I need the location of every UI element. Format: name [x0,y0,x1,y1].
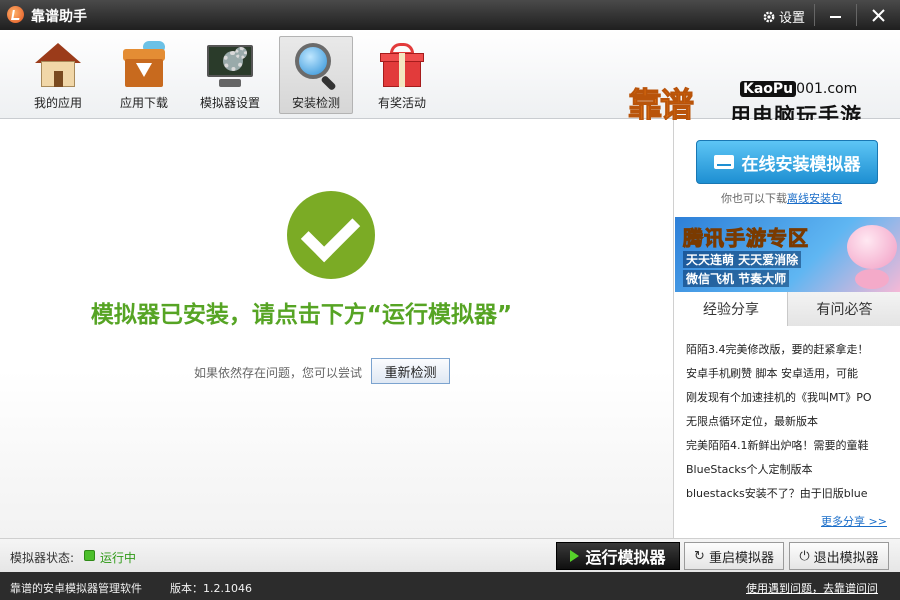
emulator-status-value: 运行中 [100,551,137,565]
offline-package-link[interactable]: 离线安装包 [787,192,842,205]
app-logo-icon [7,6,24,23]
title-separator [814,4,815,26]
title-separator [856,4,857,26]
toolbar-app-download[interactable]: 应用下载 [107,36,181,114]
gift-icon [377,41,427,89]
right-sidebar: 在线安装模拟器 你也可以下载离线安装包 腾讯手游专区 天天连萌 天天爱消除 微信… [673,120,900,538]
list-item[interactable]: 完美陌陌4.1新鲜出炉咯！需要的童鞋 [686,434,891,458]
online-install-button[interactable]: 在线安装模拟器 [696,140,878,184]
recheck-button[interactable]: 重新检测 [371,358,450,384]
status-bar: 模拟器状态: 运行中 运行模拟器 ↻ 重启模拟器 ⏻ 退出模拟器 [0,538,900,572]
install-status-message: 模拟器已安装，请点击下方“运行模拟器” [90,302,513,328]
restart-emulator-label: 重启模拟器 [708,550,774,566]
main-toolbar: 我的应用 应用下载 模拟器设置 安装检测 有奖活动 靠谱 KaoPu 001.co… [0,30,900,128]
house-icon [33,41,83,89]
brand-domain-suffix: 001.com [796,81,858,97]
title-bar: 靠谱助手 设置 [0,0,900,30]
toolbar-label: 安装检测 [291,96,340,110]
tab-qa[interactable]: 有问必答 [788,292,900,326]
brand-domain: KaoPu 001.com [740,81,857,97]
minimize-icon [829,16,841,18]
list-item[interactable]: 无限点循环定位，最新版本 [686,410,891,434]
exit-emulator-label: 退出模拟器 [813,550,879,566]
settings-button[interactable]: 设置 [762,7,805,26]
close-icon [871,8,885,22]
footer-version: 版本：1.2.1046 [170,582,252,595]
tencent-games-banner[interactable]: 腾讯手游专区 天天连萌 天天爱消除 微信飞机 节奏大师 [675,217,900,292]
tab-experience-sharing[interactable]: 经验分享 [675,292,788,326]
footer-software-text: 靠谱的安卓模拟器管理软件 [10,582,142,595]
close-button[interactable] [863,0,893,30]
list-item[interactable]: bluestacks安装不了？由于旧版blue [686,482,891,506]
mascot-image [855,269,889,289]
banner-line: 天天连萌 天天爱消除 [683,251,802,268]
banner-title: 腾讯手游专区 [683,226,809,251]
toolbar-install-check[interactable]: 安装检测 [279,36,353,114]
emulator-status-label: 模拟器状态: [10,551,75,565]
status-indicator-icon [84,550,95,561]
banner-line: 微信飞机 节奏大师 [683,270,790,287]
offline-download-line: 你也可以下载离线安装包 [721,190,842,206]
news-list: 陌陌3.4完美修改版，要的赶紧拿走！ 安卓手机刷赞 脚本 安卓适用，可能 刚发现… [686,338,891,506]
magnifier-icon [291,41,341,92]
retry-hint: 如果依然存在问题，您可以尝试 [194,366,363,380]
list-item[interactable]: BlueStacks个人定制版本 [686,458,891,482]
mascot-image [847,225,897,269]
settings-label: 设置 [779,11,806,26]
help-link[interactable]: 使用遇到问题，去靠谱问问 [746,580,878,596]
toolbar-label: 应用下载 [119,96,168,110]
monitor-gears-icon [205,41,255,89]
check-circle-icon [287,191,375,279]
hard-drive-icon [713,155,734,169]
run-emulator-label: 运行模拟器 [585,548,666,567]
list-item[interactable]: 刚发现有个加速挂机的《我叫MT》PO [686,386,891,410]
run-emulator-button[interactable]: 运行模拟器 [556,542,680,570]
list-item[interactable]: 陌陌3.4完美修改版，要的赶紧拿走！ [686,338,891,362]
list-item[interactable]: 安卓手机刷赞 脚本 安卓适用，可能 [686,362,891,386]
power-icon: ⏻ [799,548,810,564]
minimize-button[interactable] [820,0,850,30]
install-check-panel: 模拟器已安装，请点击下方“运行模拟器” 如果依然存在问题，您可以尝试 重新检测 [0,120,673,538]
exit-emulator-button[interactable]: ⏻ 退出模拟器 [789,542,889,570]
download-box-icon [119,41,169,89]
footer-bar: 靠谱的安卓模拟器管理软件 版本：1.2.1046 使用遇到问题，去靠谱问问 [0,572,900,600]
gear-icon [763,11,775,22]
brand-domain-prefix: KaoPu [740,81,797,97]
refresh-icon: ↻ [694,548,705,564]
sidebar-tabs: 经验分享 有问必答 [675,292,900,326]
app-title: 靠谱助手 [31,9,87,25]
more-shares-link[interactable]: 更多分享 >> [821,513,887,529]
restart-emulator-button[interactable]: ↻ 重启模拟器 [684,542,784,570]
toolbar-my-apps[interactable]: 我的应用 [21,36,95,114]
offline-text: 你也可以下载 [721,192,787,205]
toolbar-emulator-settings[interactable]: 模拟器设置 [193,36,267,114]
toolbar-label: 模拟器设置 [199,96,260,110]
play-icon [570,550,580,562]
toolbar-rewards[interactable]: 有奖活动 [365,36,439,114]
toolbar-label: 有奖活动 [377,96,426,110]
online-install-label: 在线安装模拟器 [741,154,861,175]
toolbar-label: 我的应用 [33,96,82,110]
